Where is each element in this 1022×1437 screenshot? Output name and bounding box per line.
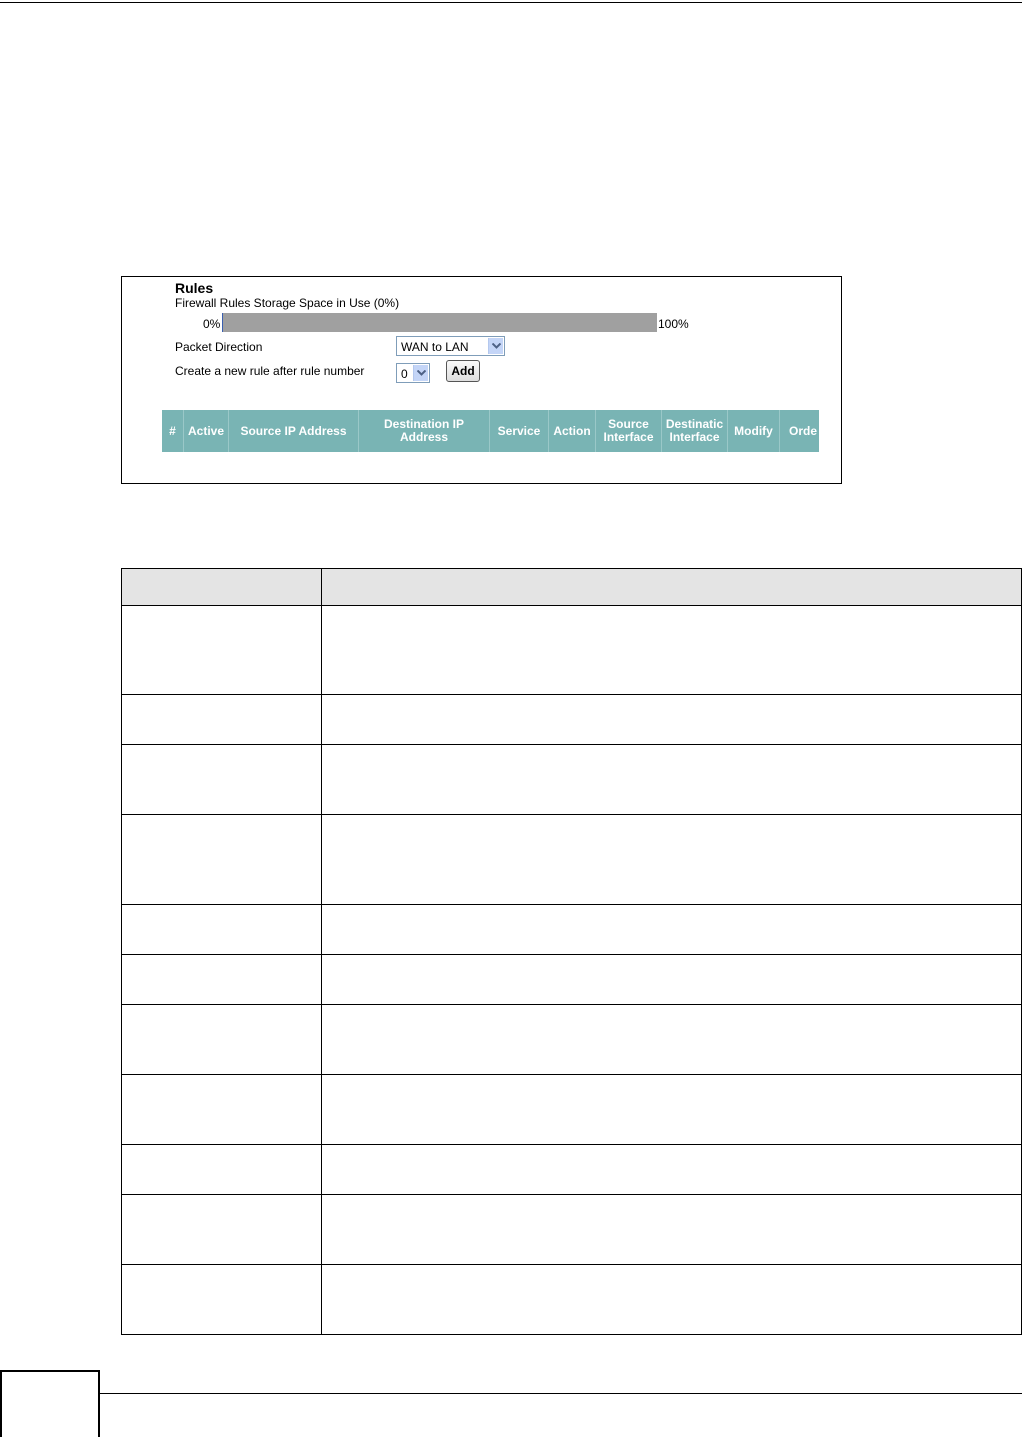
row-label [121, 814, 322, 905]
rules-title: Rules [175, 280, 214, 296]
col-active: Active [184, 410, 229, 452]
table-row [121, 1004, 1022, 1075]
table-row [121, 1194, 1022, 1265]
table-header-row [121, 568, 1022, 606]
chevron-down-icon[interactable] [488, 338, 503, 354]
new-rule-label: Create a new rule after rule number [175, 364, 365, 378]
rules-screenshot: Rules Firewall Rules Storage Space in Us… [121, 276, 842, 484]
rule-number-select[interactable]: 0 [396, 363, 430, 383]
packet-direction-select[interactable]: WAN to LAN [396, 336, 505, 356]
row-description [321, 904, 1022, 955]
row-label [121, 954, 322, 1005]
row-description [321, 814, 1022, 905]
page-number-box [0, 1370, 100, 1437]
col-action: Action [549, 410, 596, 452]
storage-bar-max-label: 100% [658, 317, 689, 331]
table-row [121, 605, 1022, 695]
col-order: Orde [789, 423, 818, 438]
description-header [321, 568, 1022, 606]
table-row [121, 1144, 1022, 1195]
col-number: # [162, 410, 184, 452]
table-row [121, 904, 1022, 955]
add-button[interactable]: Add [446, 360, 480, 382]
row-description [321, 605, 1022, 695]
row-label [121, 1074, 322, 1145]
row-description [321, 1194, 1022, 1265]
storage-progress-bar [222, 313, 657, 332]
row-description [321, 1144, 1022, 1195]
storage-usage-label: Firewall Rules Storage Space in Use (0%) [175, 296, 400, 310]
row-label [121, 1194, 322, 1265]
row-label [121, 1144, 322, 1195]
chevron-down-icon[interactable] [413, 365, 428, 381]
rule-number-value: 0 [401, 367, 408, 381]
row-description [321, 1074, 1022, 1145]
col-destination-interface: Destinatic Interface [662, 410, 728, 452]
row-description [321, 1264, 1022, 1335]
table-row [121, 744, 1022, 815]
row-label [121, 904, 322, 955]
row-label [121, 1264, 322, 1335]
storage-progress-marker [222, 313, 223, 332]
storage-bar-min-label: 0% [203, 317, 221, 331]
col-modify: Modify [728, 410, 780, 452]
table-row [121, 1264, 1022, 1335]
field-description-table [121, 568, 1022, 1335]
label-header [121, 568, 322, 606]
col-source-interface: Source Interface [596, 410, 662, 452]
packet-direction-label: Packet Direction [175, 340, 263, 354]
header-rule [0, 2, 1022, 3]
table-row [121, 954, 1022, 1005]
col-source-ip: Source IP Address [229, 410, 359, 452]
row-description [321, 744, 1022, 815]
table-row [121, 694, 1022, 745]
row-label [121, 605, 322, 695]
col-service: Service [490, 410, 549, 452]
row-label [121, 744, 322, 815]
row-label [121, 694, 322, 745]
row-description [321, 954, 1022, 1005]
footer-rule [100, 1393, 1022, 1394]
row-label [121, 1004, 322, 1075]
col-destination-ip: Destination IP Address [359, 410, 490, 452]
row-description [321, 694, 1022, 745]
rules-table-header: # Active Source IP Address Destination I… [162, 410, 819, 452]
table-row [121, 814, 1022, 905]
row-description [321, 1004, 1022, 1075]
packet-direction-value: WAN to LAN [401, 340, 469, 354]
table-row [121, 1074, 1022, 1145]
